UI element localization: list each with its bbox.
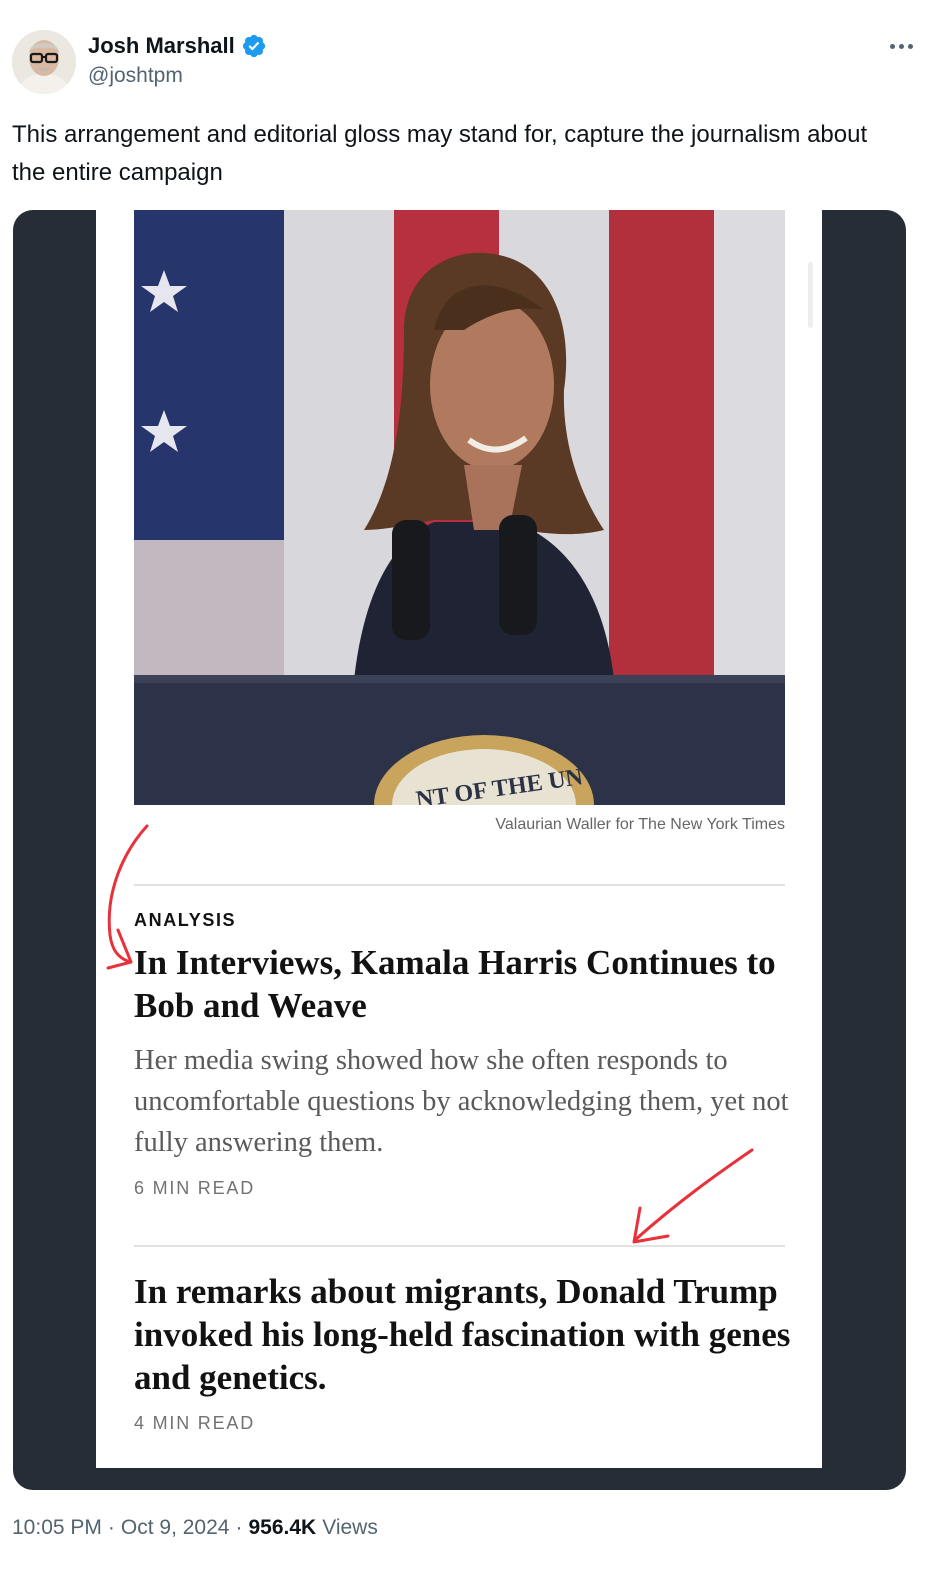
tweet-time[interactable]: 10:05 PM	[12, 1516, 102, 1540]
article-read-time-trump: 4 MIN READ	[134, 1413, 256, 1433]
views-label: Views	[322, 1516, 378, 1539]
tweet-meta: 10:05 PM · Oct 9, 2024 · 956.4K Views	[12, 1516, 378, 1540]
tweet-text: This arrangement and editorial gloss may…	[12, 121, 868, 186]
author-name-row[interactable]: Josh Marshall	[88, 33, 267, 59]
meta-separator: ·	[107, 1516, 115, 1539]
scrollbar-indicator	[808, 262, 813, 328]
views-count[interactable]: 956.4K	[248, 1516, 316, 1540]
more-horizontal-icon[interactable]	[887, 36, 915, 56]
article-kicker: ANALYSIS	[134, 910, 237, 930]
verified-badge-icon	[241, 33, 267, 59]
article-photo: NT OF THE UN	[134, 210, 785, 805]
nyt-app-screenshot: NT OF THE UN Valaurian Waller for The Ne…	[96, 210, 822, 1468]
tweet-date[interactable]: Oct 9, 2024	[121, 1516, 230, 1540]
tweet-header: Josh Marshall @joshtpm	[12, 30, 917, 94]
article-divider	[134, 884, 785, 886]
author-avatar[interactable]	[12, 30, 76, 94]
article-summary-harris: Her media swing showed how she often res…	[134, 1045, 789, 1158]
author-handle[interactable]: @joshtpm	[88, 64, 183, 88]
author-name[interactable]: Josh Marshall	[88, 33, 235, 59]
article-headline-trump[interactable]: In remarks about migrants, Donald Trump …	[134, 1270, 794, 1399]
article-headline-harris[interactable]: In Interviews, Kamala Harris Continues t…	[134, 941, 794, 1027]
tweet-media-image[interactable]: NT OF THE UN Valaurian Waller for The Ne…	[13, 210, 906, 1490]
article-divider	[134, 1245, 785, 1247]
meta-separator: ·	[235, 1516, 243, 1539]
photo-credit: Valaurian Waller for The New York Times	[495, 816, 785, 833]
article-read-time-harris: 6 MIN READ	[134, 1178, 256, 1198]
